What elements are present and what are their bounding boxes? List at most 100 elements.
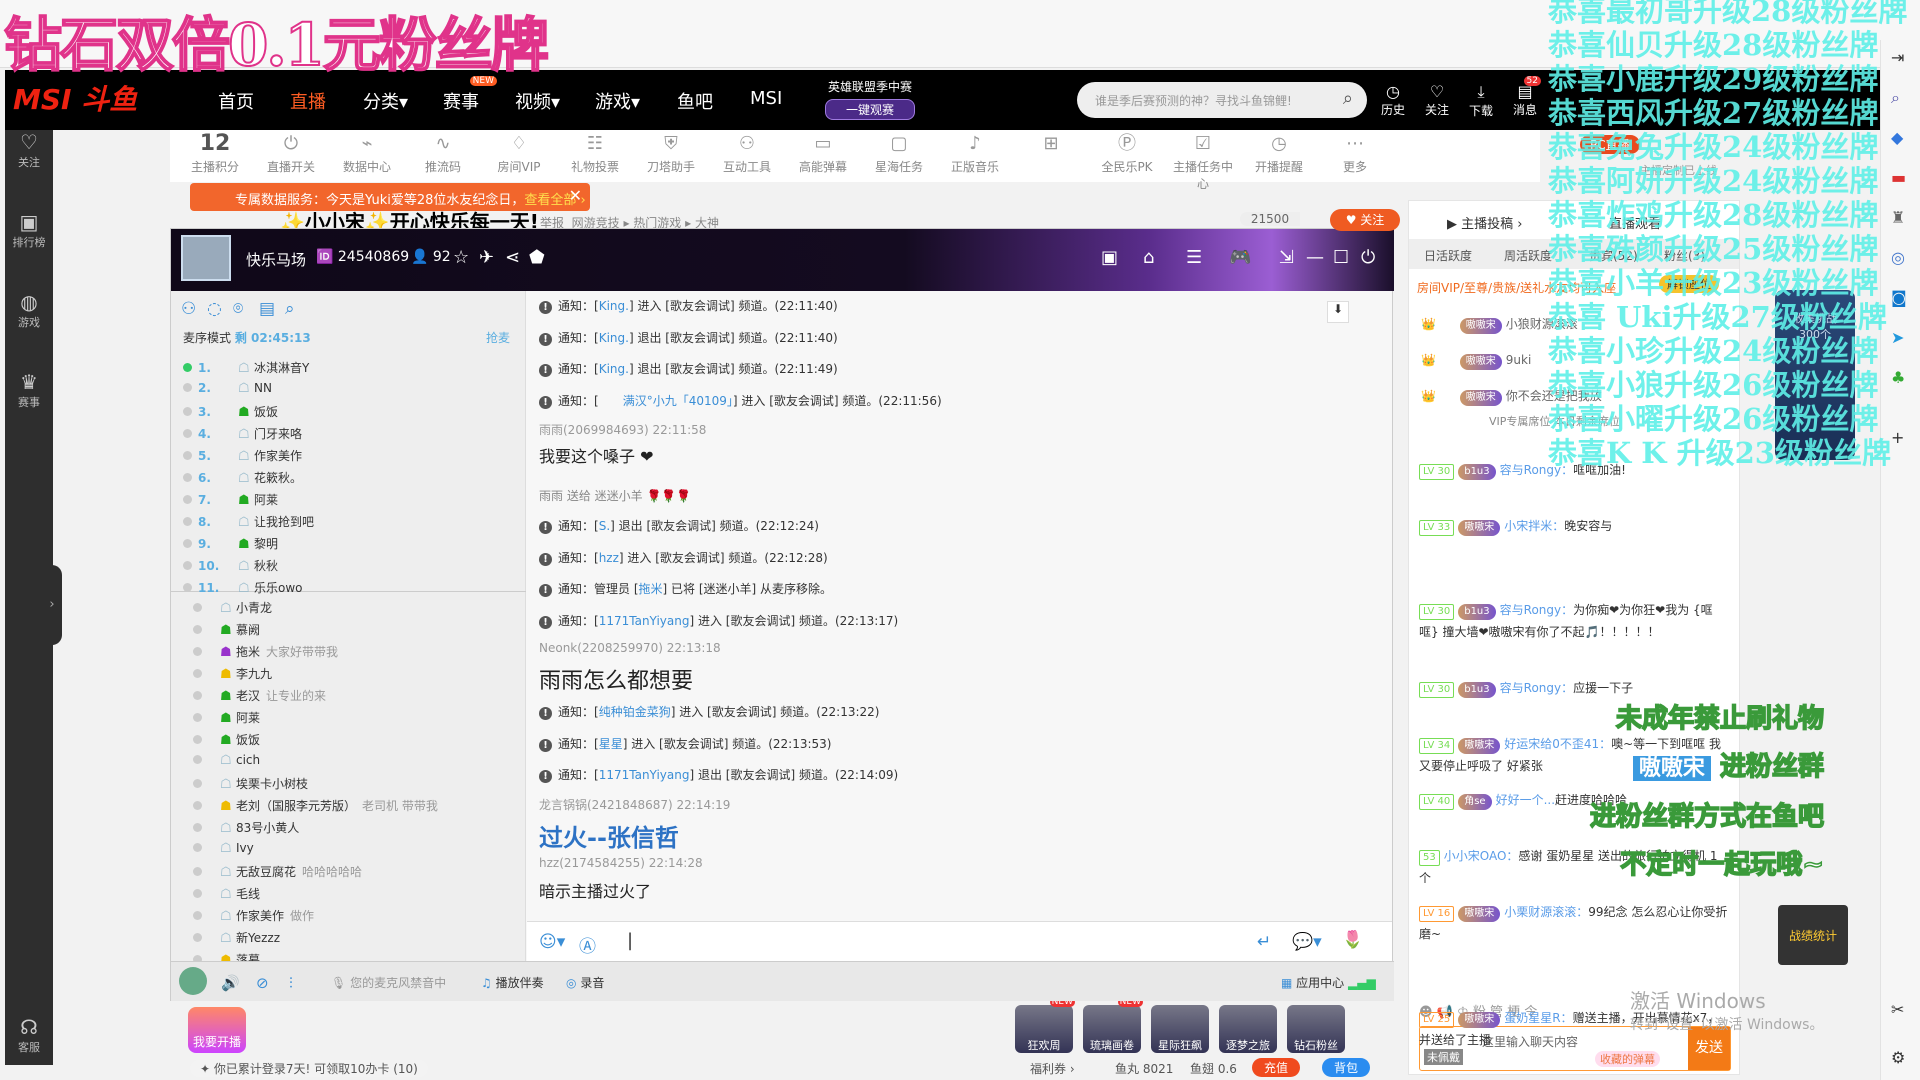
scroll-to-bottom-button[interactable]: ⬇ <box>1327 301 1349 323</box>
recharge-button[interactable]: 充值 <box>1252 1058 1300 1077</box>
user-name[interactable]: 容与Rongy： <box>1500 681 1573 695</box>
search-icon[interactable]: ⌕ <box>1891 88 1900 108</box>
grab-mic-button[interactable]: 抢麦 <box>486 329 510 346</box>
nav-msi[interactable]: MSI <box>750 88 782 109</box>
tab-vip[interactable]: 贵宾(52) <box>1589 247 1638 264</box>
user-link[interactable]: 纯种铂金菜狗 <box>599 705 671 719</box>
text-cursor[interactable]: | <box>627 930 633 951</box>
gift-item[interactable]: 钻石粉丝 <box>1287 1005 1345 1053</box>
member-item[interactable]: ☗老刘（国服李元芳版）老司机 带带我 <box>193 797 438 819</box>
member-item[interactable]: ☗慕阙 <box>193 621 260 643</box>
welfare-link[interactable]: 福利券 › <box>1030 1060 1075 1077</box>
queue-item[interactable]: 1.☖冰淇淋音Y <box>183 359 309 381</box>
nav-home[interactable]: 首页 <box>218 88 254 114</box>
member-item[interactable]: ☖小青龙 <box>193 599 272 621</box>
tag-icon[interactable]: ◆ <box>1891 128 1903 147</box>
chat-icon[interactable]: ◌ <box>207 299 222 319</box>
queue-item[interactable]: 5.☖作家美作 <box>183 447 302 469</box>
nav-video[interactable]: 视频▾ <box>515 88 560 114</box>
bubble-icon[interactable]: 💬▾ <box>1292 932 1322 952</box>
tree-icon[interactable]: ♣ <box>1891 368 1905 387</box>
toolbar-item[interactable]: ⌁数据中心 <box>332 130 402 175</box>
screenshot-icon[interactable]: ✂ <box>1891 1000 1904 1019</box>
member-item[interactable]: ☖作家美作做作 <box>193 907 314 929</box>
nav-game[interactable]: 游戏▾ <box>595 88 640 114</box>
user-link[interactable]: 1171TanYiyang <box>599 768 690 782</box>
mute-icon[interactable]: ⊘ <box>256 974 269 992</box>
vip-seat[interactable]: 👑 嗷嗷宋你不会还是把我放 <box>1421 385 1731 407</box>
app-center-button[interactable]: ▦ 应用中心 ▂▄▆ <box>1281 974 1376 991</box>
user-name[interactable]: 小宋拌米： <box>1504 519 1564 533</box>
user-link[interactable]: 满汉°小九「40109」 <box>623 394 733 408</box>
toolbar-item[interactable]: Ⓟ全民乐PK <box>1092 130 1162 175</box>
login-reward[interactable]: ✦ 你已累计登录7天! 可领取10办卡 (10) <box>190 1060 428 1077</box>
mixer-icon[interactable]: ⫶ <box>289 974 293 992</box>
user-link[interactable]: 拖米 <box>639 582 663 596</box>
star-icon[interactable]: ☆ <box>453 247 469 268</box>
notes-icon[interactable]: ▤ <box>259 299 275 319</box>
emoji-icon[interactable]: ☺▾ <box>539 932 565 952</box>
left-nav-match[interactable]: ♛赛事 <box>5 360 53 420</box>
member-item[interactable]: ☗老汉让专业的来 <box>193 687 326 709</box>
toolbar-item[interactable]: ⊞ <box>1016 130 1086 158</box>
add-icon[interactable]: + <box>1891 428 1904 447</box>
queue-item[interactable]: 11.☖乐乐owo <box>183 579 303 601</box>
search-icon[interactable]: ⌕ <box>285 299 295 319</box>
queue-item[interactable]: 7.☗阿莱 <box>183 491 278 513</box>
minimize-tray-icon[interactable]: ⇲ <box>1279 247 1294 268</box>
record-icon[interactable]: ▣ <box>1101 247 1118 268</box>
toolbar-item[interactable]: ♢房间VIP <box>484 130 554 175</box>
follow-button[interactable]: ♥ 关注 <box>1330 209 1400 231</box>
toolbar-item[interactable]: ⛨刀塔助手 <box>636 130 706 175</box>
enter-icon[interactable]: ↵ <box>1257 932 1271 952</box>
user-link[interactable]: S. <box>599 519 610 533</box>
left-nav-rank[interactable]: ▣排行榜 <box>5 200 53 260</box>
outlook-icon[interactable]: ◙ <box>1891 288 1907 307</box>
chess-icon[interactable]: ♜ <box>1891 208 1905 227</box>
location-icon[interactable]: ⌾ <box>233 299 243 319</box>
font-icon[interactable]: Ⓐ <box>579 932 596 957</box>
toolbar-item[interactable]: ▢星海任务 <box>864 130 934 175</box>
user-name[interactable]: 好好一个... <box>1496 793 1555 807</box>
minimize-icon[interactable]: — <box>1306 247 1324 268</box>
toolbar-item[interactable]: 12主播积分 <box>180 130 250 175</box>
nav-fishbar[interactable]: 鱼吧 <box>677 88 713 114</box>
user-name[interactable]: 蛋奶星星R： <box>1504 1011 1572 1025</box>
member-item[interactable]: ☗阿莱 <box>193 709 260 731</box>
plane-icon[interactable]: ✈ <box>479 247 494 268</box>
mic-muted-status[interactable]: 🎙 您的麦克风禁音中 <box>331 974 446 991</box>
gift-item[interactable]: 逐梦之旅 <box>1219 1005 1277 1053</box>
queue-item[interactable]: 9.☗黎明 <box>183 535 278 557</box>
submit-link[interactable]: ▶ 主播投稿 › <box>1447 213 1522 232</box>
gift-item[interactable]: 星际狂飙 <box>1151 1005 1209 1053</box>
member-item[interactable]: ☖新Yezzz <box>193 929 280 951</box>
toolbox-icon[interactable]: ▬ <box>1891 168 1906 187</box>
user-icon[interactable]: ⚇ <box>181 299 196 319</box>
badge-wear-status[interactable]: 未佩戴 <box>1424 1049 1463 1065</box>
follow-button[interactable]: ♡关注 <box>1419 82 1455 118</box>
queue-item[interactable]: 10.☖秋秋 <box>183 557 278 579</box>
list-icon[interactable]: ☰ <box>1186 247 1202 268</box>
exit-icon[interactable]: ⇥ <box>1891 48 1904 67</box>
alert-icon[interactable]: ⬟ <box>529 247 545 268</box>
collect-challenge-ad[interactable]: 收集挑战300个 <box>1775 290 1855 460</box>
chat-input-row[interactable]: ☺▾ Ⓐ | ↵ 💬▾ 🌷 <box>527 921 1392 961</box>
user-name[interactable]: 小小宋OAO： <box>1444 849 1519 863</box>
user-name[interactable]: 小栗财源滚滚： <box>1504 905 1588 919</box>
history-button[interactable]: ◷历史 <box>1375 82 1411 118</box>
share-icon[interactable]: ⋖ <box>505 247 520 268</box>
member-item[interactable]: ☗饭饭 <box>193 731 260 753</box>
start-live-button[interactable]: 我要开播 <box>188 1007 246 1053</box>
left-nav-service[interactable]: ☊客服 <box>5 1005 53 1065</box>
settings-icon[interactable]: ⚙ <box>1891 1048 1905 1067</box>
maximize-icon[interactable]: ☐ <box>1333 247 1349 268</box>
accompany-button[interactable]: ♫ 播放伴奏 <box>481 974 544 991</box>
toolbar-item[interactable]: ∿推流码 <box>408 130 478 175</box>
power-icon[interactable]: ⏻ <box>1361 247 1375 268</box>
user-link[interactable]: hzz <box>599 551 619 565</box>
download-button[interactable]: ⤓下载 <box>1463 82 1499 119</box>
toolbar-item[interactable]: ☑主播任务中心 <box>1168 130 1238 192</box>
nav-match[interactable]: 赛事NEW <box>443 88 479 114</box>
channel-avatar[interactable] <box>181 235 231 281</box>
toolbar-item[interactable]: ⚇互动工具 <box>712 130 782 175</box>
